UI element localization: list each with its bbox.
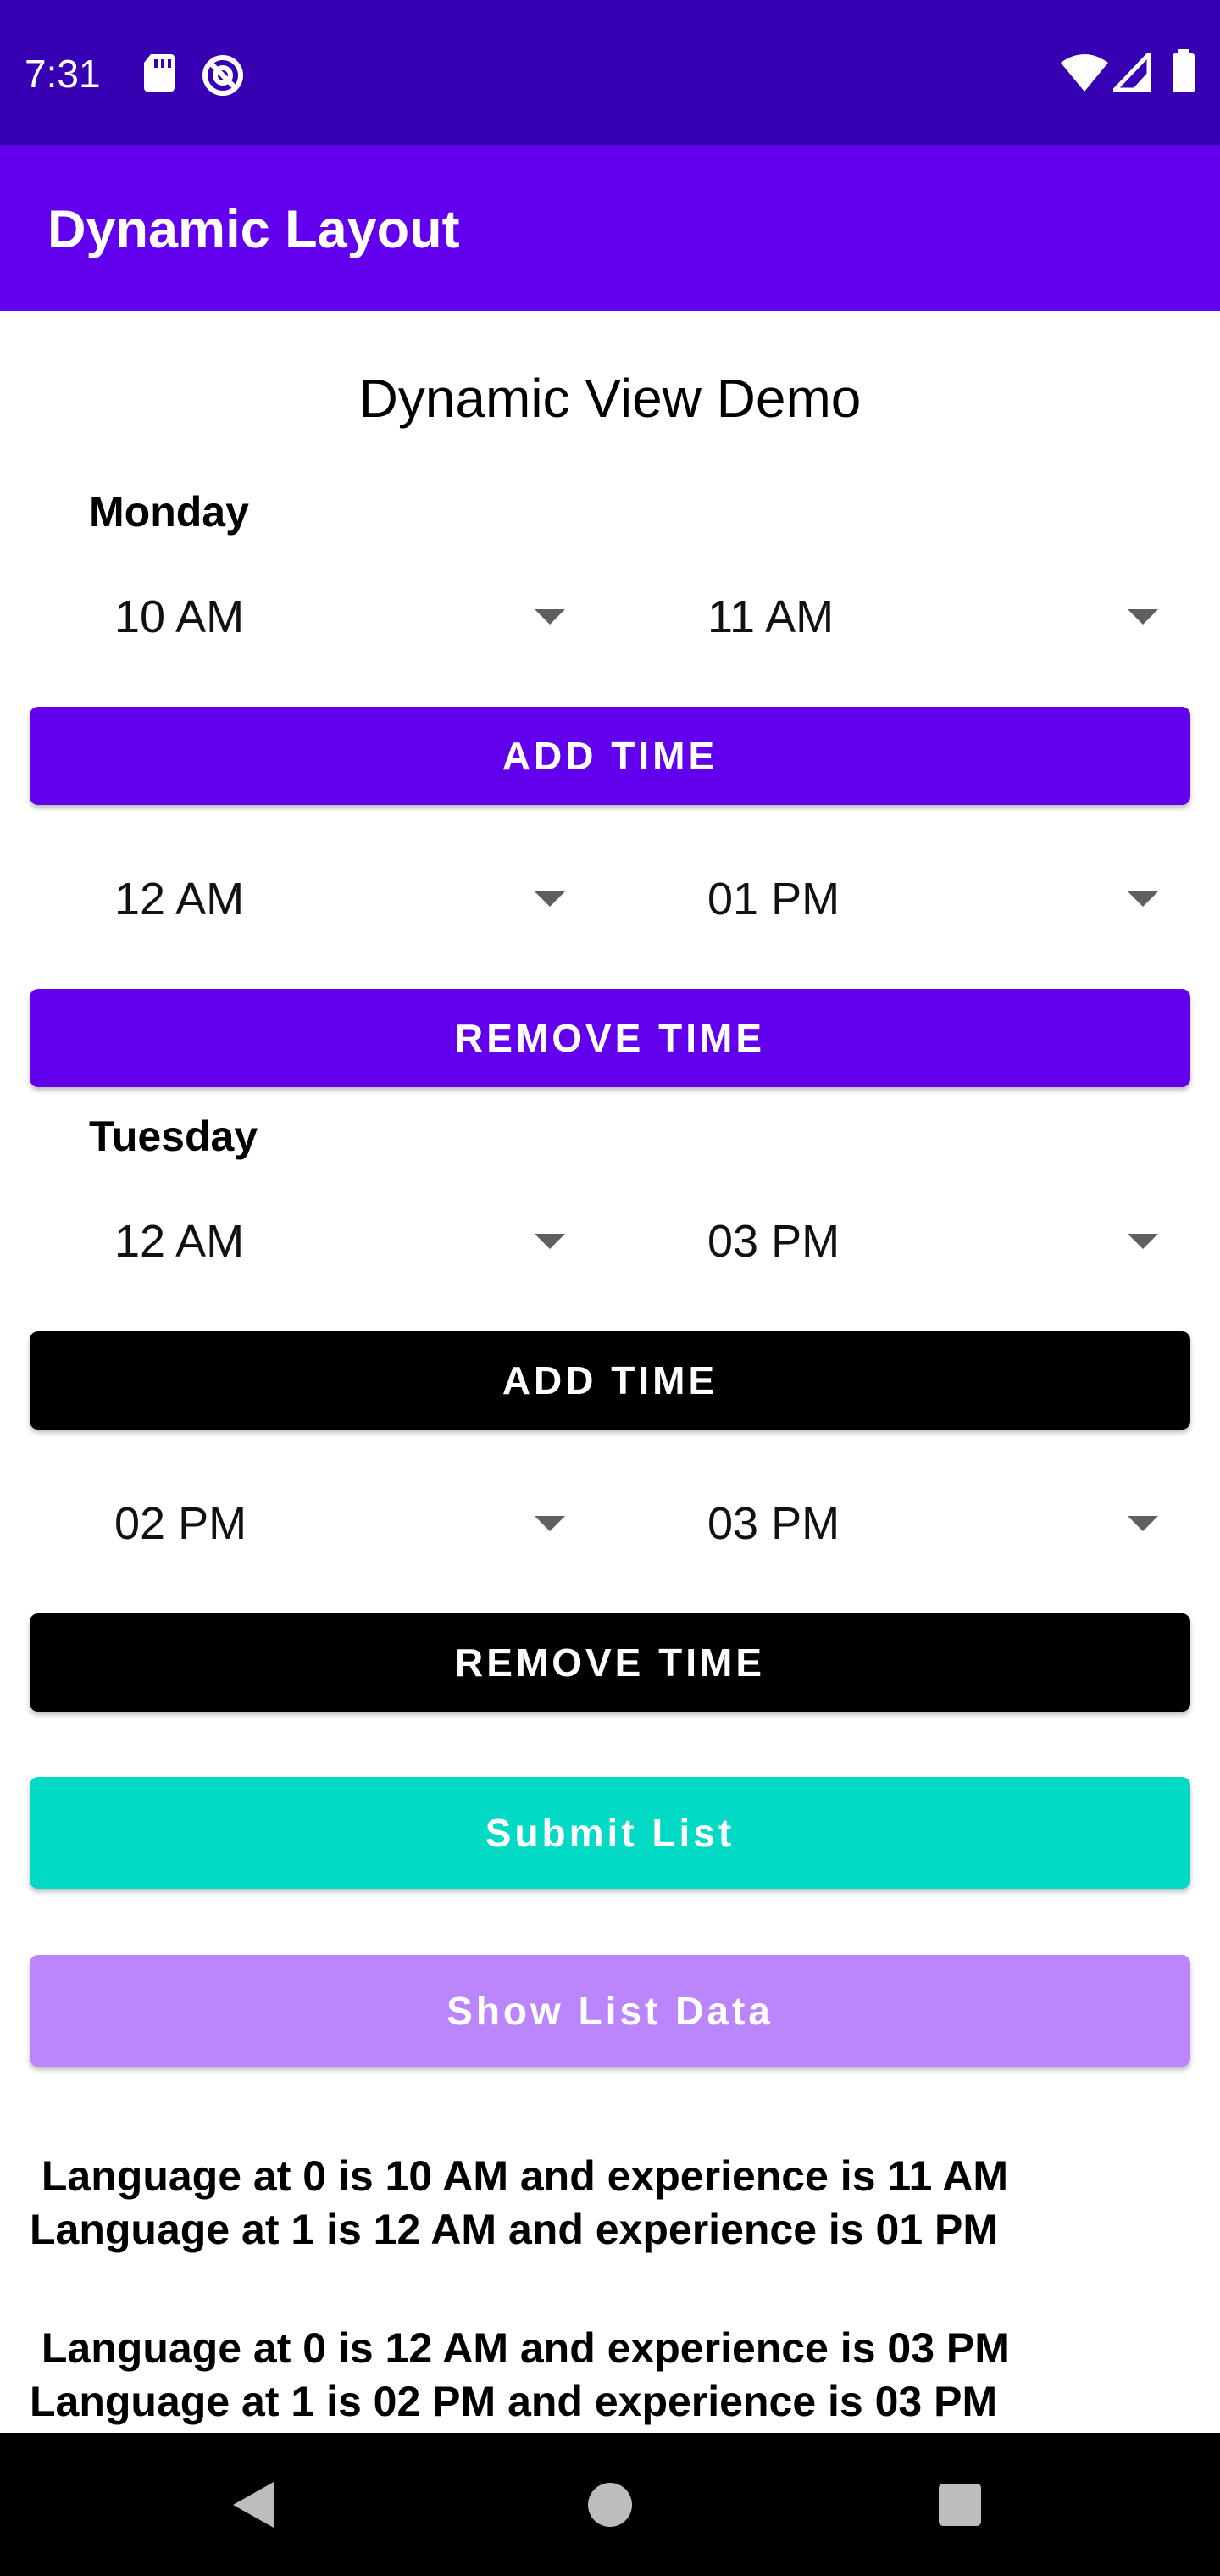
result-line: Language at 0 is 12 AM and experience is… [30,2324,1010,2372]
spinner-value: 02 PM [114,1498,247,1549]
spinner-value: 03 PM [707,1498,840,1549]
from-time-spinner[interactable]: 12 AM [89,1195,565,1288]
sd-card-icon [144,54,175,92]
from-time-spinner[interactable]: 12 AM [89,852,565,946]
signal-icon [1113,53,1151,92]
to-time-spinner[interactable]: 03 PM [682,1195,1158,1288]
status-bar: 7:31 [0,0,1220,145]
dropdown-arrow-icon [535,609,565,625]
dropdown-arrow-icon [1128,1516,1158,1531]
add-time-button[interactable]: ADD TIME [30,707,1190,805]
to-time-spinner[interactable]: 01 PM [682,852,1158,946]
sync-icon [202,55,243,96]
from-time-spinner[interactable]: 02 PM [89,1477,565,1570]
spinner-value: 10 AM [114,591,245,642]
spinner-value: 11 AM [707,591,835,642]
wifi-icon [1061,54,1108,92]
dropdown-arrow-icon [1128,609,1158,625]
dropdown-arrow-icon [535,891,565,907]
dropdown-arrow-icon [1128,891,1158,907]
spinner-value: 03 PM [707,1216,840,1267]
submit-list-button[interactable]: Submit List [30,1777,1190,1889]
home-icon[interactable] [588,2483,632,2527]
dropdown-arrow-icon [535,1516,565,1531]
remove-time-button[interactable]: REMOVE TIME [30,1613,1190,1712]
spinner-value: 12 AM [114,1216,245,1267]
spinner-value: 12 AM [114,874,245,924]
day-label-tuesday: Tuesday [89,1113,258,1160]
dropdown-arrow-icon [535,1234,565,1249]
to-time-spinner[interactable]: 03 PM [682,1477,1158,1570]
page-title: Dynamic View Demo [358,368,862,429]
battery-icon [1173,49,1195,92]
recents-icon[interactable] [939,2484,981,2526]
remove-time-button[interactable]: REMOVE TIME [30,989,1190,1087]
result-line: Language at 0 is 10 AM and experience is… [30,2152,1009,2200]
app-title: Dynamic Layout [47,200,460,259]
back-icon[interactable] [233,2482,274,2528]
result-line: Language at 1 is 02 PM and experience is… [30,2378,998,2425]
spinner-value: 01 PM [707,874,840,924]
add-time-button[interactable]: ADD TIME [30,1331,1190,1430]
result-block: Language at 0 is 12 AM and experience is… [30,2322,1190,2429]
day-label-monday: Monday [89,488,249,536]
result-block: Language at 0 is 10 AM and experience is… [30,2150,1190,2257]
status-time: 7:31 [25,52,101,96]
from-time-spinner[interactable]: 10 AM [89,570,565,663]
to-time-spinner[interactable]: 11 AM [682,570,1158,663]
dropdown-arrow-icon [1128,1234,1158,1249]
result-line: Language at 1 is 12 AM and experience is… [30,2206,999,2253]
show-list-data-button[interactable]: Show List Data [30,1955,1190,2067]
